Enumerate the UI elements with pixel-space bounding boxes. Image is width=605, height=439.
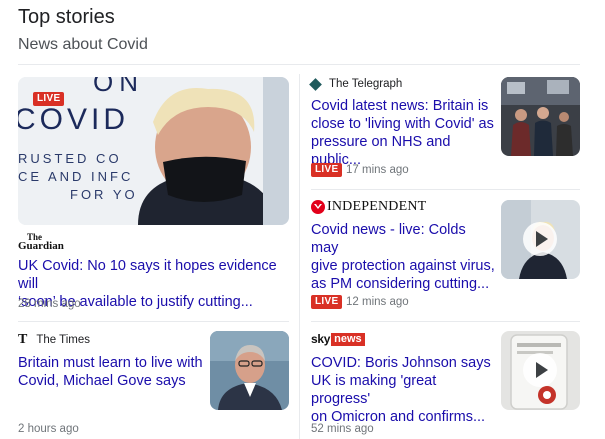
- story-time-guardian: 28 mins ago: [18, 298, 81, 310]
- source-logo-guardian: The Guardian: [18, 233, 64, 252]
- story-headline-independent[interactable]: Covid news - live: Colds may give protec…: [311, 221, 497, 293]
- telegraph-image-graphic: [501, 77, 580, 156]
- play-icon[interactable]: [523, 222, 557, 256]
- headline-line: Covid, Michael Gove says: [18, 373, 186, 389]
- story-time-independent: 12 mins ago: [346, 296, 409, 308]
- story-image-telegraph[interactable]: [501, 77, 580, 156]
- independent-eagle-icon: [311, 200, 325, 214]
- live-badge: LIVE: [311, 295, 343, 309]
- headline-line: close to 'living with Covid' as: [311, 116, 494, 132]
- story-time-skynews: 52 mins ago: [311, 423, 374, 435]
- top-divider: [18, 64, 580, 65]
- story-image-independent[interactable]: [501, 200, 580, 279]
- section-title: Top stories: [18, 6, 115, 28]
- story-time-times: 2 hours ago: [18, 423, 79, 435]
- times-image-graphic: [210, 331, 289, 410]
- telegraph-logo-icon: [309, 77, 322, 91]
- news-logo-text: news: [331, 332, 365, 346]
- source-independent: INDEPENDENT: [311, 199, 426, 215]
- headline-line: UK is making 'great progress': [311, 373, 437, 407]
- image-text-covid: COVID: [18, 103, 129, 136]
- image-text-on: ON: [93, 77, 144, 97]
- headline-line: give protection against virus,: [311, 258, 495, 274]
- times-logo-icon: T: [18, 332, 28, 347]
- section-subtitle: News about Covid: [18, 36, 148, 53]
- guardian-logo-line2: Guardian: [18, 240, 64, 252]
- sky-logo-text: sky: [311, 332, 331, 346]
- live-badge: LIVE: [311, 163, 343, 177]
- source-name: The Times: [36, 334, 91, 346]
- image-text-trusted: RUSTED CO: [18, 151, 122, 166]
- divider-left: [18, 321, 289, 322]
- story-image-guardian[interactable]: ON COVID RUSTED CO CE AND INFC FOR YO LI…: [18, 77, 289, 225]
- headline-line: Covid news - live: Colds may: [311, 222, 466, 256]
- headline-line: UK Covid: No 10 says it hopes evidence w…: [18, 258, 277, 292]
- story-time-telegraph: 17 mins ago: [346, 164, 409, 176]
- source-name: INDEPENDENT: [327, 199, 427, 214]
- image-text-science: CE AND INFC: [18, 169, 133, 184]
- story-image-times[interactable]: [210, 331, 289, 410]
- play-icon[interactable]: [523, 353, 557, 387]
- headline-line: Britain must learn to live with: [18, 355, 203, 371]
- story-image-skynews[interactable]: [501, 331, 580, 410]
- column-divider: [299, 74, 300, 439]
- divider-right-1: [311, 189, 580, 190]
- divider-right-2: [311, 321, 580, 322]
- source-telegraph: The Telegraph: [309, 77, 403, 91]
- headline-line: as PM considering cutting...: [311, 276, 490, 292]
- source-name: The Telegraph: [329, 78, 403, 90]
- story-headline-telegraph[interactable]: Covid latest news: Britain is close to '…: [311, 97, 497, 169]
- headline-line: Covid latest news: Britain is: [311, 98, 489, 114]
- source-skynews: sky news: [311, 332, 365, 346]
- image-text-for-you: FOR YO: [70, 187, 138, 202]
- source-times: T The Times: [18, 333, 90, 347]
- story-headline-skynews[interactable]: COVID: Boris Johnson says UK is making '…: [311, 354, 497, 426]
- story-headline-times[interactable]: Britain must learn to live with Covid, M…: [18, 354, 204, 390]
- headline-line: COVID: Boris Johnson says: [311, 355, 491, 371]
- live-badge: LIVE: [33, 92, 65, 106]
